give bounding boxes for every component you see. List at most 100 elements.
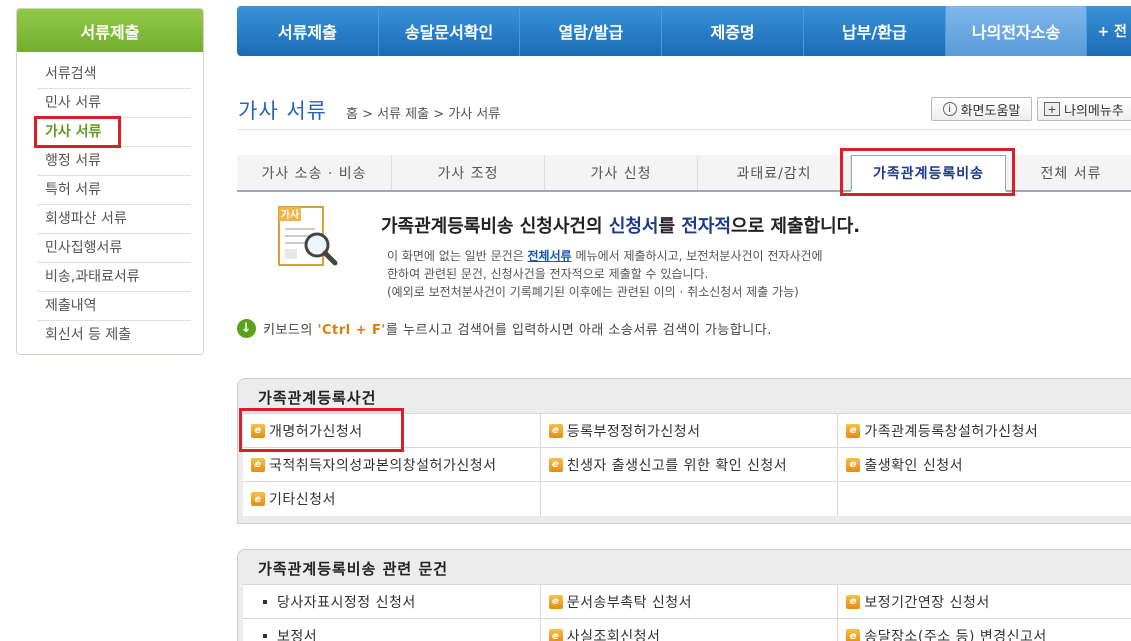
- screen-help-label: 화면도움말: [960, 103, 1021, 119]
- tab-all-documents[interactable]: 전체 서류: [1006, 155, 1131, 190]
- search-tip: ↓ 키보드의 'Ctrl + F'를 누르시고 검색어를 입력하시면 아래 소송…: [237, 319, 772, 338]
- arrow-down-icon: ↓: [237, 319, 256, 338]
- e-doc-icon: e: [846, 457, 861, 472]
- tab-family-application[interactable]: 가사 신청: [545, 155, 698, 190]
- sub-tabs: 가사 소송 · 비송 가사 조정 가사 신청 과태료/감치 가족관계등록비송 전…: [237, 148, 1131, 196]
- sidebar-item-history[interactable]: 제출내역: [37, 292, 191, 321]
- intro-title: 가족관계등록비송 신청사건의 신청서를 전자적으로 제출합니다.: [381, 212, 860, 238]
- e-doc-icon: e: [548, 594, 563, 609]
- tip-text-part: 를 누르시고 검색어를 입력하시면 아래 소송서류 검색이 가능합니다.: [385, 323, 772, 338]
- doc-fact-inquiry[interactable]: e 사실조회신청서: [541, 619, 839, 641]
- sidebar-item-noncontentious[interactable]: 비송,과태료서류: [37, 263, 191, 292]
- e-doc-icon: e: [846, 629, 861, 641]
- bullet-icon: [263, 634, 267, 638]
- doc-label: 보정기간연장 신청서: [864, 594, 990, 611]
- sidebar-title: 서류제출: [17, 9, 203, 52]
- doc-label: 기타신청서: [269, 492, 336, 508]
- e-doc-icon: e: [251, 492, 265, 506]
- sidebar-item-administrative[interactable]: 행정 서류: [37, 147, 191, 176]
- tab-family-registration[interactable]: 가족관계등록비송: [840, 148, 1015, 196]
- sidebar-menu: 서류검색 민사 서류 가사 서류 행정 서류 특허 서류 회생파산 서류 민사집…: [34, 60, 191, 350]
- nav-payment[interactable]: 납부/환급: [804, 6, 946, 56]
- doc-party-correction[interactable]: 당사자표시정정 신청서: [243, 585, 541, 618]
- nav-my-ecourt[interactable]: 나의전자소송: [945, 6, 1088, 56]
- e-doc-icon: e: [548, 423, 563, 438]
- document-icon-label: 가사: [281, 208, 300, 221]
- add-menu-icon: +: [1044, 102, 1060, 116]
- doc-birth-confirmation[interactable]: e 출생확인 신청서: [838, 448, 1131, 481]
- screen-help-button[interactable]: i 화면도움말: [931, 97, 1032, 121]
- sidebar-item-reply[interactable]: 회신서 등 제출: [37, 321, 191, 350]
- doc-label: 당사자표시정정 신청서: [277, 594, 416, 611]
- add-my-menu-button[interactable]: + 나의메뉴추: [1037, 97, 1131, 121]
- empty-cell: [541, 482, 839, 516]
- doc-other-application[interactable]: e 기타신청서: [243, 482, 541, 516]
- nav-certificate[interactable]: 제증명: [662, 6, 804, 56]
- doc-label: 친생자 출생신고를 위한 확인 신청서: [566, 457, 788, 474]
- e-doc-icon: e: [846, 594, 861, 609]
- breadcrumb: 홈 > 서류 제출 > 가사 서류: [346, 107, 501, 122]
- page-title: 가사 서류: [238, 99, 327, 123]
- tab-family-mediation[interactable]: 가사 조정: [392, 155, 545, 190]
- info-icon: i: [942, 102, 957, 116]
- sidebar-item-civil[interactable]: 민사 서류: [37, 89, 191, 118]
- highlight-box: [34, 116, 121, 148]
- sidebar-item-bankruptcy[interactable]: 회생파산 서류: [37, 205, 191, 234]
- nav-delivery[interactable]: 송달문서확인: [379, 6, 521, 56]
- all-documents-link[interactable]: 전체서류: [528, 249, 572, 263]
- nav-view-issue[interactable]: 열람/발급: [520, 6, 663, 56]
- tip-text-part: 키보드의: [263, 323, 318, 338]
- doc-label: 사실조회신청서: [566, 629, 661, 641]
- sidebar-item-search[interactable]: 서류검색: [37, 60, 191, 89]
- doc-address-change[interactable]: e 송달장소(주소 등) 변경신고서: [838, 619, 1131, 641]
- highlight-box: [239, 408, 404, 452]
- grid-row: e 기타신청서: [243, 482, 1131, 516]
- add-my-menu-label: 나의메뉴추: [1064, 103, 1124, 119]
- intro-title-highlight: 신청서: [608, 216, 659, 237]
- intro-text: 이 화면에 없는 일반 문건은: [387, 249, 528, 263]
- sidebar-item-family[interactable]: 가사 서류: [34, 116, 191, 148]
- tip-shortcut: 'Ctrl + F': [317, 323, 386, 338]
- nav-submit[interactable]: 서류제출: [237, 6, 379, 56]
- doc-document-delivery-request[interactable]: e 문서송부촉탁 신청서: [541, 585, 839, 618]
- doc-registry-creation[interactable]: e 가족관계등록창설허가신청서: [838, 414, 1131, 447]
- doc-label: 등록부정정허가신청서: [566, 423, 701, 440]
- e-doc-icon: e: [548, 629, 563, 641]
- intro-title-highlight: 전자적: [681, 216, 732, 237]
- grid-row: e 개명허가신청서 e 등록부정정허가신청서 e 가족관계등록창설허가신청서: [239, 408, 1131, 452]
- e-doc-icon: e: [846, 423, 861, 438]
- sidebar-item-execution[interactable]: 민사집행서류: [37, 234, 191, 263]
- doc-label: 국적취득자의성과본의창설허가신청서: [269, 457, 497, 474]
- intro-line-1: 이 화면에 없는 일반 문건은 전체서류 메뉴에서 제출하시고, 보전처분사건이…: [387, 247, 823, 264]
- intro-line-2: 한하여 관련된 문건, 신청사건을 전자적으로 제출할 수 있습니다.: [387, 267, 709, 281]
- tab-family-litigation[interactable]: 가사 소송 · 비송: [237, 155, 392, 190]
- tab-fine-detention[interactable]: 과태료/감치: [698, 155, 851, 190]
- doc-registry-correction[interactable]: e 등록부정정허가신청서: [541, 414, 839, 447]
- section-family-registration: 가족관계등록사건 e 개명허가신청서 e 등록부정정허가신청서 e 가족관계등록창설허…: [237, 378, 1131, 524]
- doc-correction[interactable]: 보정서: [243, 619, 541, 641]
- grid-row: 보정서 e 사실조회신청서 e 송달장소(주소 등) 변경신고서: [243, 619, 1131, 641]
- intro-title-part: 를: [658, 216, 682, 237]
- doc-label: 가족관계등록창설허가신청서: [864, 423, 1039, 440]
- section-related-documents: 가족관계등록비송 관련 문건 당사자표시정정 신청서 e 문서송부촉탁 신청서 e…: [237, 549, 1131, 641]
- doc-label: 보정서: [277, 629, 318, 641]
- intro-text: 메뉴에서 제출하시고, 보전처분사건이 전자사건에: [571, 249, 823, 263]
- doc-birth-confirmation-for-report[interactable]: e 친생자 출생신고를 위한 확인 신청서: [541, 448, 839, 481]
- doc-surname-creation[interactable]: e 국적취득자의성과본의창설허가신청서: [243, 448, 541, 481]
- sidebar-item-patent[interactable]: 특허 서류: [37, 176, 191, 205]
- document-grid: e 개명허가신청서 e 등록부정정허가신청서 e 가족관계등록창설허가신청서 e 국적취…: [239, 408, 1131, 516]
- grid-row: e 국적취득자의성과본의창설허가신청서 e 친생자 출생신고를 위한 확인 신청서 …: [243, 448, 1131, 482]
- title-divider: [238, 129, 1131, 130]
- e-doc-icon: e: [548, 457, 563, 472]
- grid-row: 당사자표시정정 신청서 e 문서송부촉탁 신청서 e 보정기간연장 신청서: [243, 585, 1131, 619]
- doc-label: 출생확인 신청서: [864, 457, 963, 474]
- nav-more[interactable]: + 전: [1087, 6, 1131, 56]
- e-doc-icon: e: [251, 457, 265, 472]
- doc-name-change-application[interactable]: e 개명허가신청서: [239, 408, 541, 452]
- intro-line-3: (예외로 보전처분사건이 기록폐기된 이후에는 관련된 이의 · 취소신청서 제…: [387, 285, 799, 299]
- doc-correction-extension[interactable]: e 보정기간연장 신청서: [838, 585, 1131, 618]
- intro-title-part: 으로 제출합니다.: [731, 216, 861, 237]
- bullet-icon: [263, 599, 267, 604]
- sidebar: 서류제출 서류검색 민사 서류 가사 서류 행정 서류 특허 서류 회생파산 서…: [16, 8, 204, 355]
- intro-title-part: 가족관계등록비송 신청사건의: [381, 216, 609, 237]
